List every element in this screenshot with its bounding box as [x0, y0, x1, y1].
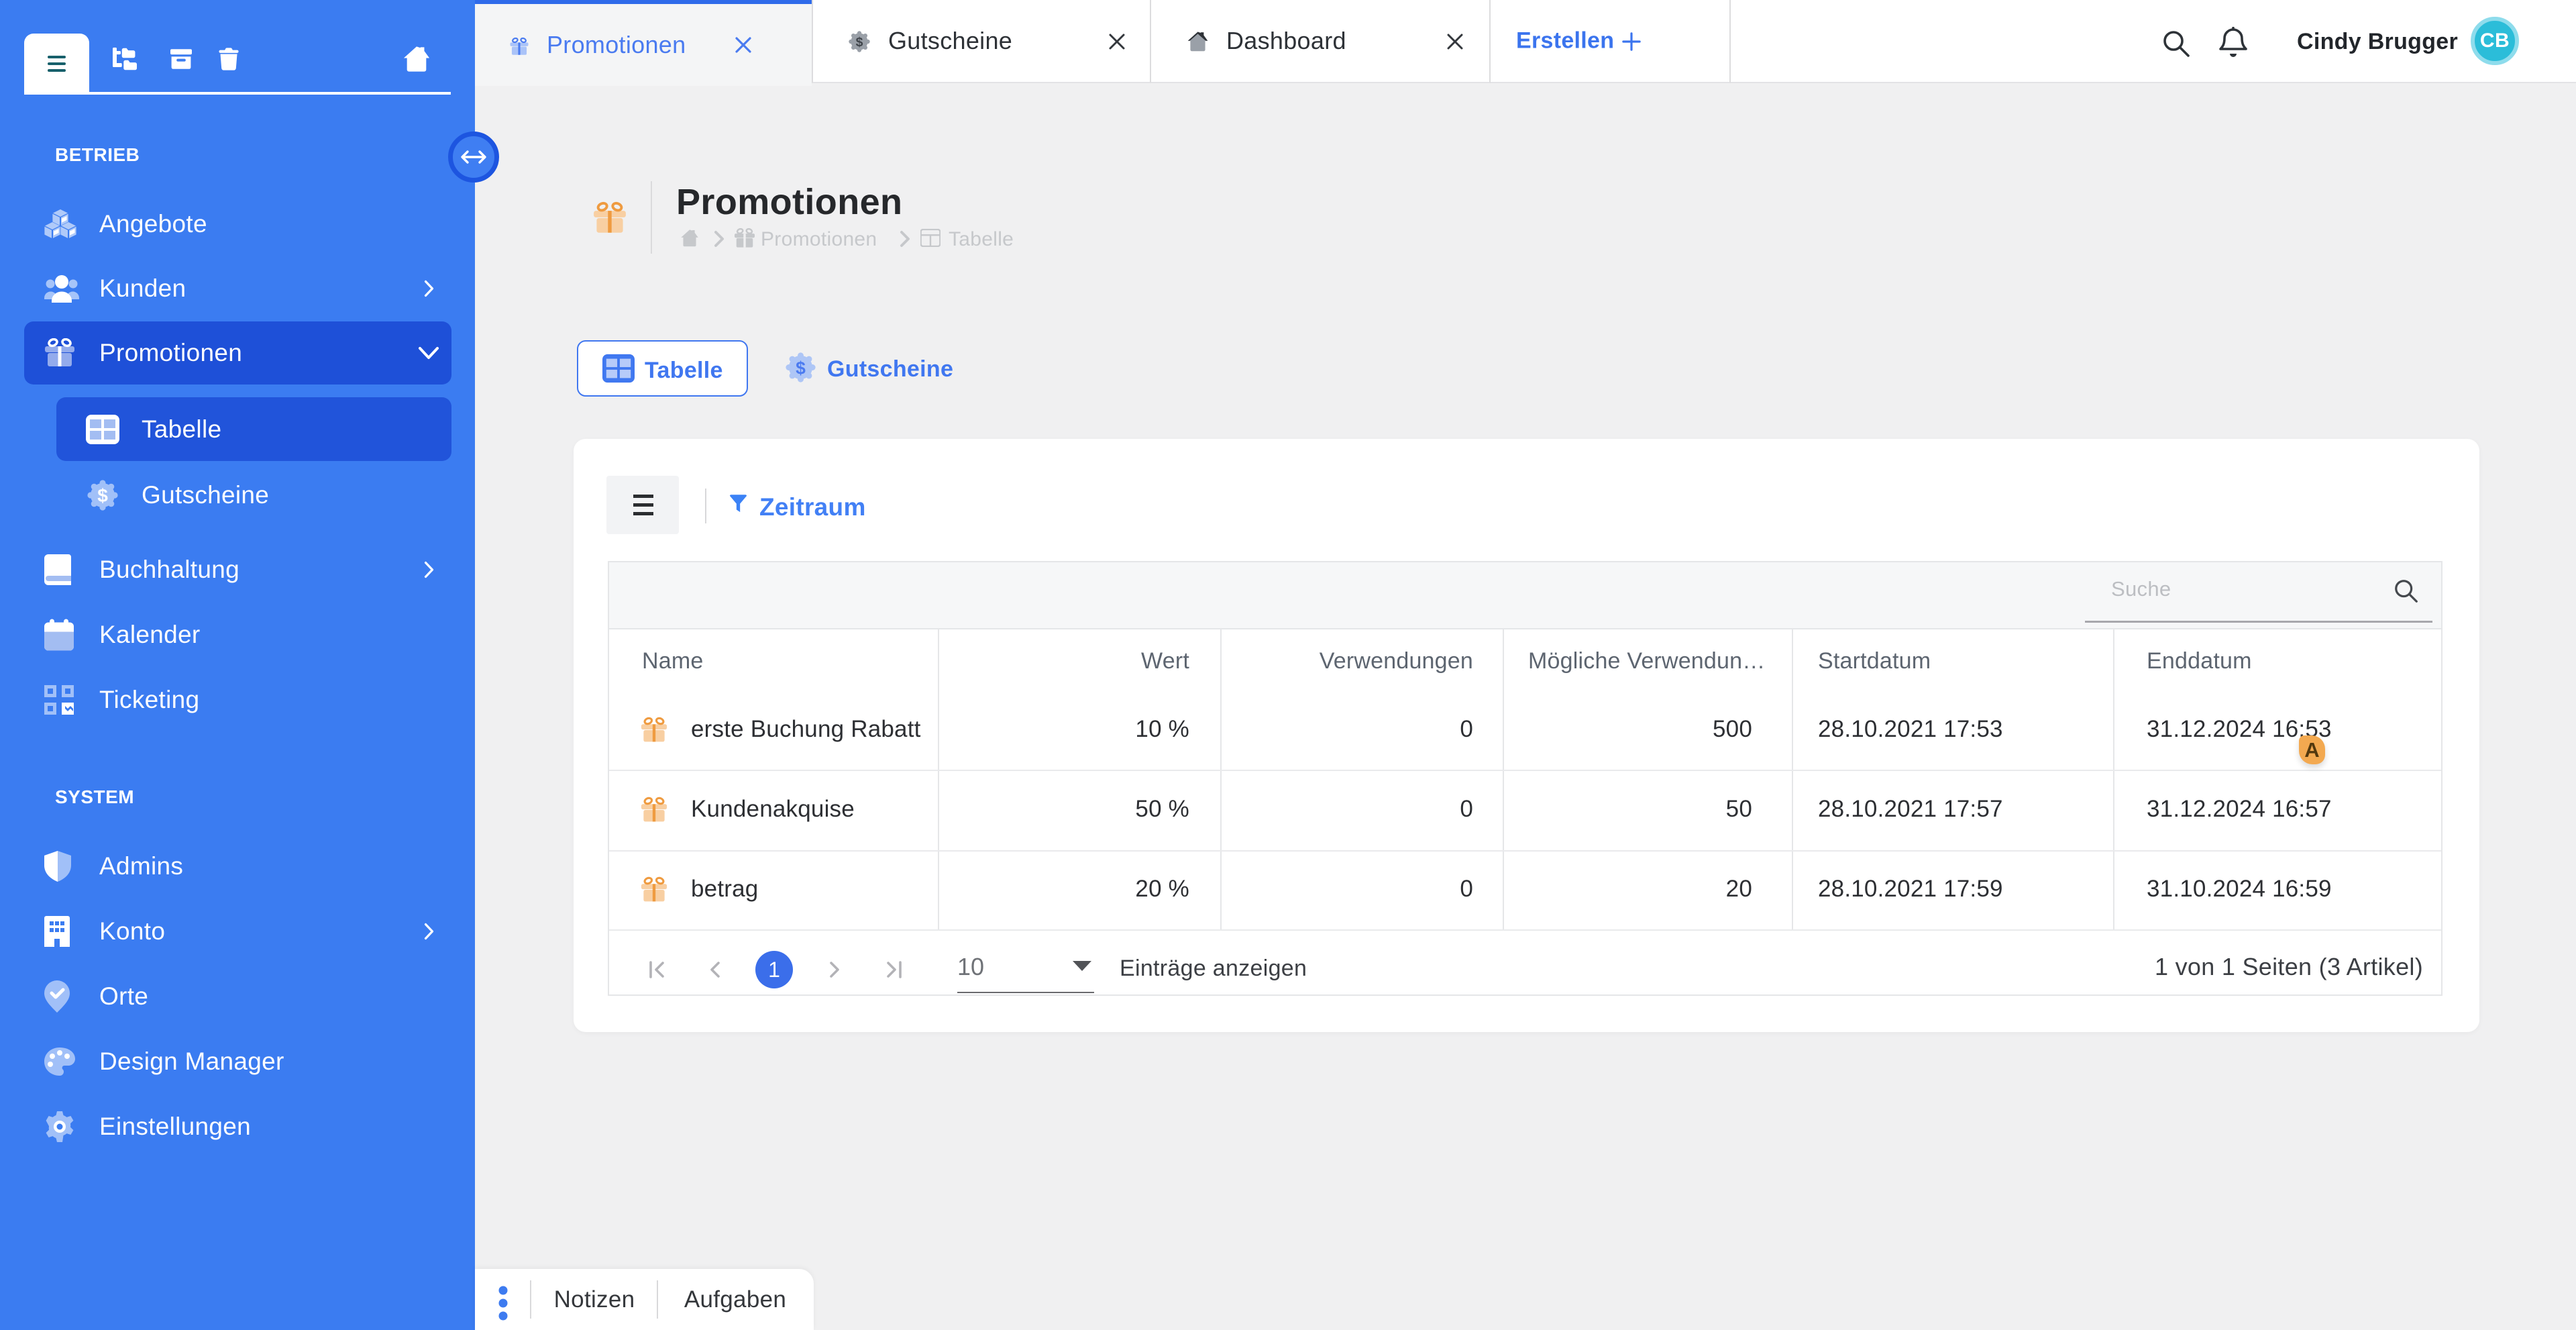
svg-text:$: $ — [856, 35, 863, 50]
svg-text:$: $ — [796, 358, 806, 378]
svg-text:$: $ — [97, 485, 108, 506]
